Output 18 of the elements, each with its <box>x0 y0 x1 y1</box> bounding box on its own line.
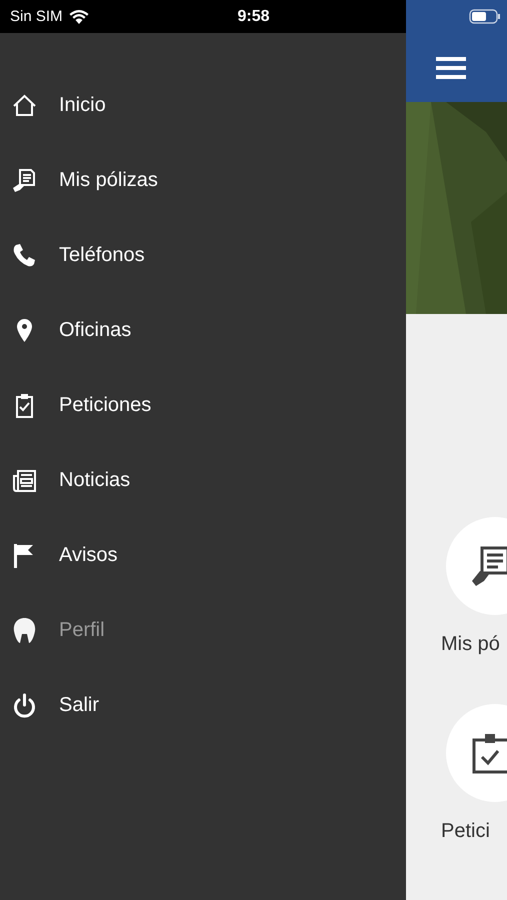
document-hand-icon <box>470 545 507 587</box>
menu-item[interactable]: Inicio <box>0 68 406 143</box>
menu-item[interactable]: Teléfonos <box>0 218 406 293</box>
menu-item[interactable]: Avisos <box>0 518 406 593</box>
carrier-label: Sin SIM <box>10 8 63 25</box>
menu-item[interactable]: Mis pólizas <box>0 143 406 218</box>
clipboard-check-icon <box>470 732 507 774</box>
menu-item[interactable]: Oficinas <box>0 293 406 368</box>
shortcut-label: Petici <box>441 820 490 843</box>
clock-time: 9:58 <box>237 8 270 26</box>
menu-item[interactable]: Salir <box>0 668 406 743</box>
menu-button[interactable] <box>436 56 466 80</box>
shortcut-label: Mis pó <box>441 633 500 656</box>
menu-item[interactable]: Noticias <box>0 443 406 518</box>
wifi-icon <box>68 9 89 24</box>
menu-item[interactable]: Perfil <box>0 593 406 668</box>
menu-item[interactable]: Peticiones <box>0 368 406 443</box>
battery-icon <box>469 9 501 24</box>
